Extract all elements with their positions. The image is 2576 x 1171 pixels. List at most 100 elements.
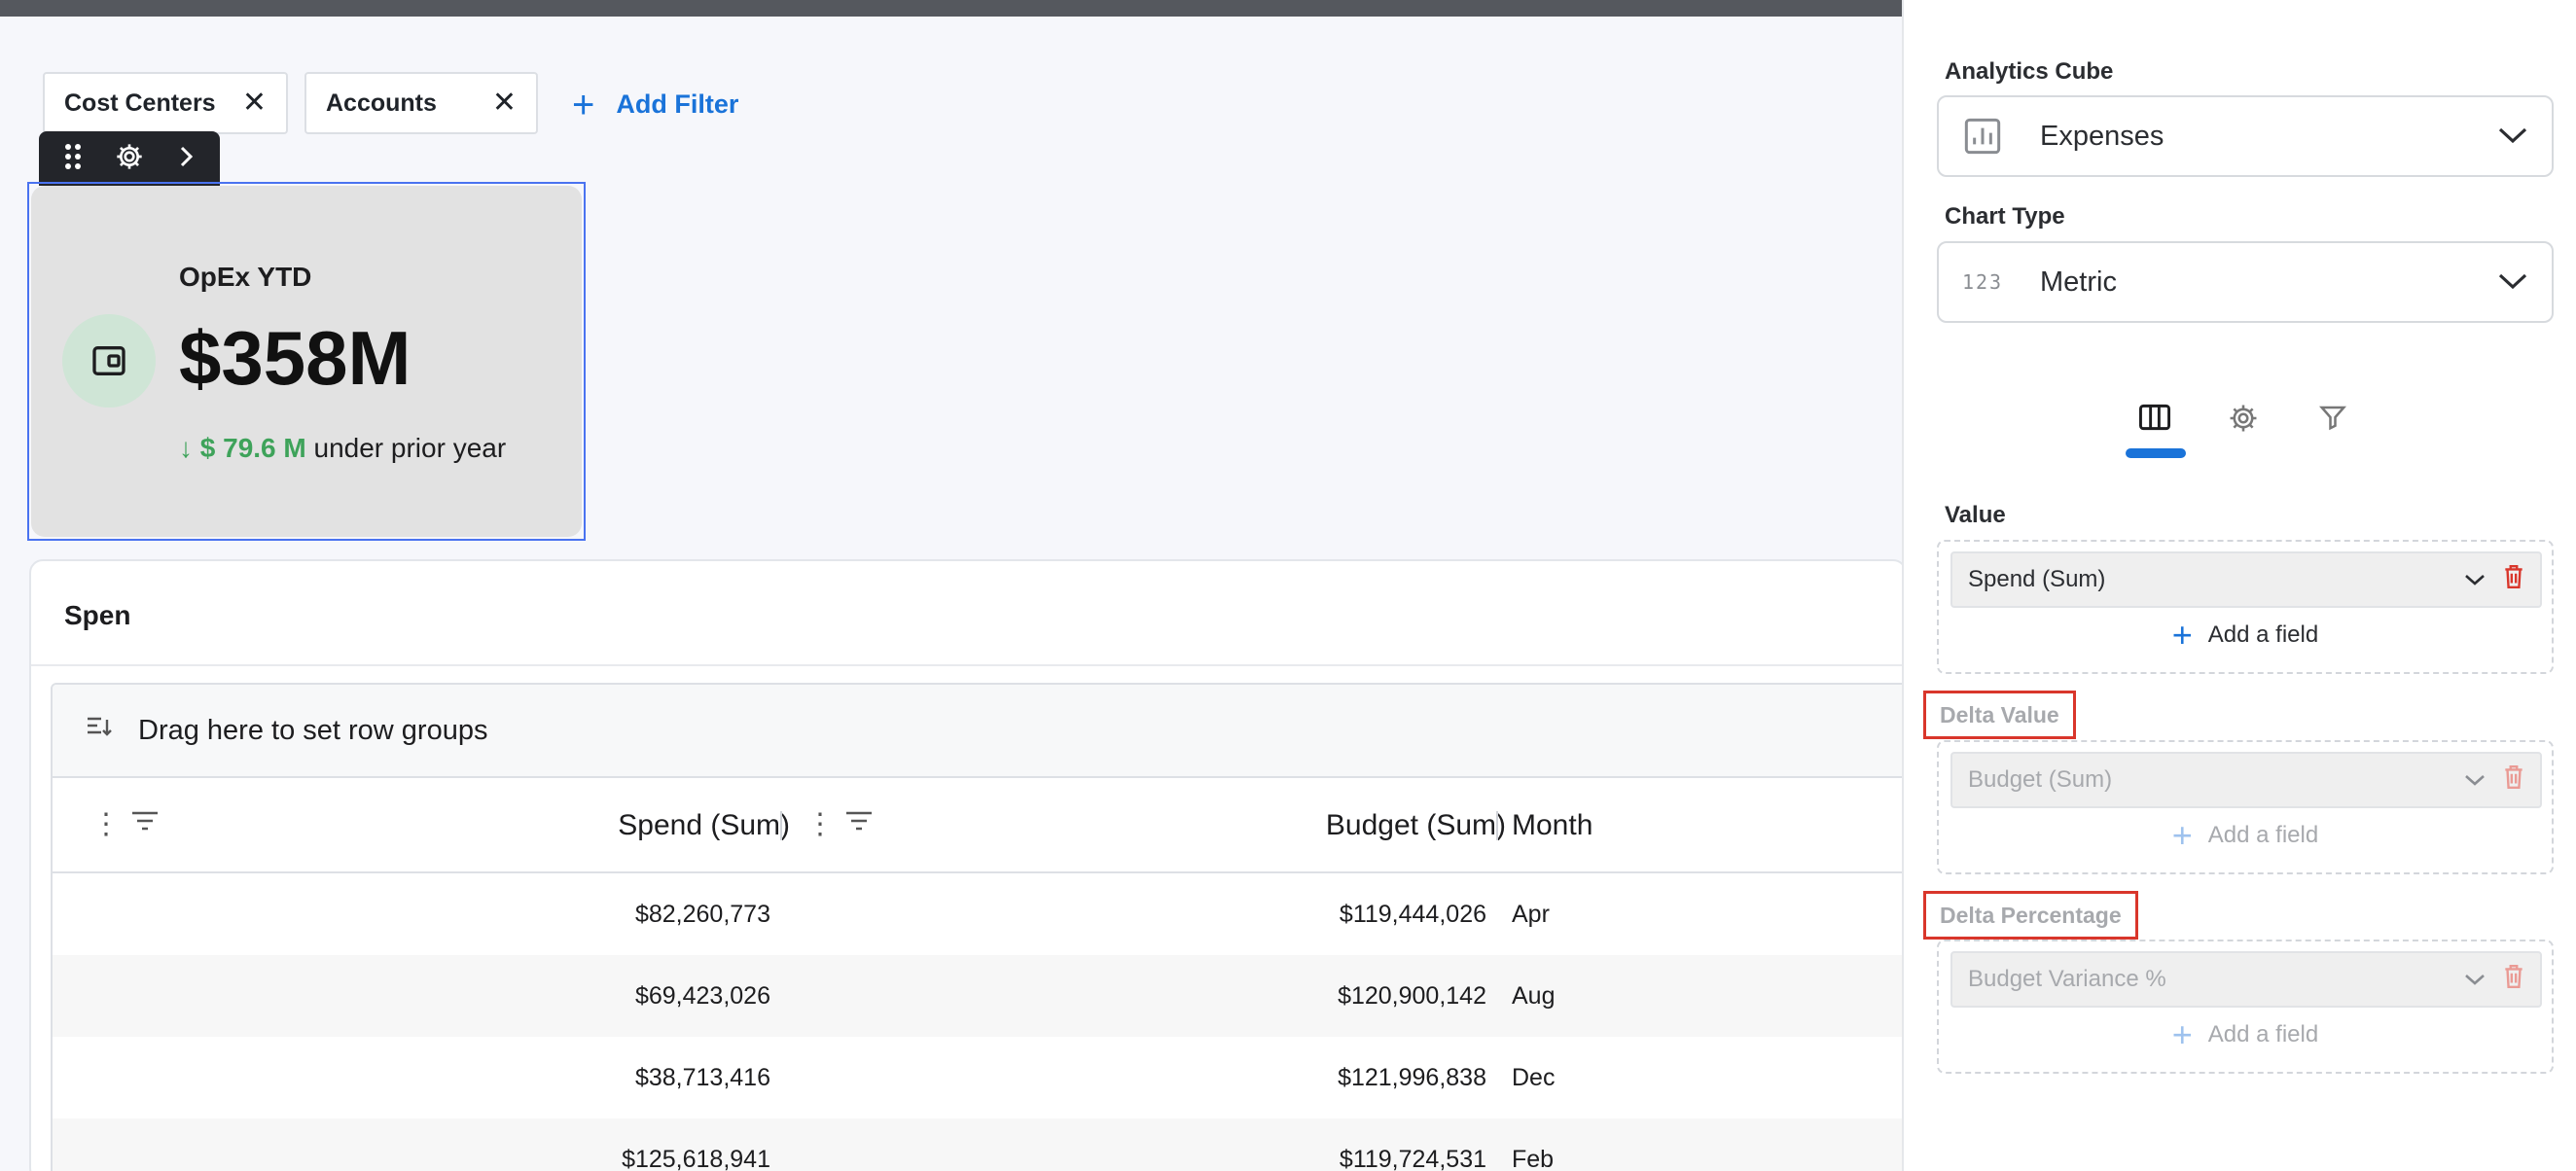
filter-icon[interactable] (2318, 402, 2347, 438)
drag-handle-icon[interactable] (64, 143, 82, 175)
metric-value: $358M (179, 315, 411, 401)
config-tabs (1904, 394, 2576, 462)
plus-icon: + (2171, 1014, 2193, 1054)
cell-budget: $119,724,531 (1339, 1146, 1486, 1171)
delta-value-well: Budget (Sum) + Add a field (1937, 740, 2554, 874)
filter-icon[interactable] (130, 807, 160, 840)
chart-config-sidebar: Analytics Cube Expenses Chart Type 123 M… (1902, 0, 2576, 1171)
gear-icon[interactable] (2227, 402, 2260, 440)
chevron-down-icon (2497, 121, 2528, 153)
filter-chip-accounts[interactable]: Accounts ✕ (304, 72, 538, 134)
cell-spend: $38,713,416 (634, 1064, 770, 1091)
cell-spend: $82,260,773 (634, 901, 770, 928)
add-field-label: Add a field (2207, 1021, 2319, 1047)
trash-icon[interactable] (2503, 964, 2524, 996)
chart-type-select[interactable]: 123 Metric (1937, 241, 2554, 323)
cell-month: Aug (1512, 982, 1556, 1010)
value-label: Value (1945, 502, 2006, 528)
add-field-label: Add a field (2207, 621, 2319, 648)
delta-value-label-text: Delta Value (1940, 701, 2059, 727)
value-well: Spend (Sum) + Add a field (1937, 540, 2554, 674)
arrow-down-icon: ↓ (179, 433, 193, 463)
add-field-button[interactable]: + Add a field (1939, 1014, 2552, 1054)
plus-icon: + (2171, 615, 2193, 655)
table-row[interactable]: $69,423,026 $120,900,142 Aug (53, 955, 1926, 1037)
filter-chip-label: Accounts (326, 89, 437, 117)
chevron-down-icon (2497, 266, 2528, 299)
grid-header: ⋮ Spend (Sum) ⋮ Budget (Sum) Month (53, 778, 1926, 873)
cell-budget: $121,996,838 (1338, 1064, 1486, 1091)
column-header-budget[interactable]: Budget (Sum) (1326, 809, 1506, 842)
cell-month: Dec (1512, 1064, 1556, 1091)
widget-toolbar (39, 131, 220, 186)
row-group-drop-zone[interactable]: Drag here to set row groups (53, 685, 1926, 778)
close-icon[interactable]: ✕ (242, 89, 267, 118)
analytics-cube-value: Expenses (2040, 120, 2165, 152)
number-icon: 123 (1961, 270, 2004, 294)
chart-type-value: Metric (2040, 266, 2117, 298)
delta-percentage-label-text: Delta Percentage (1940, 902, 2122, 928)
delta-value: $ 79.6 M (199, 433, 306, 463)
plus-icon: + (2171, 815, 2193, 855)
panel-title: Spen (64, 600, 131, 630)
metric-delta: ↓ $ 79.6 M under prior year (179, 433, 506, 464)
metric-title: OpEx YTD (179, 262, 312, 292)
delta-value-field-name: Budget (Sum) (1968, 766, 2113, 793)
filter-icon[interactable] (844, 807, 874, 840)
cell-month: Apr (1512, 901, 1550, 928)
cell-budget: $120,900,142 (1338, 982, 1486, 1010)
trash-icon[interactable] (2503, 564, 2524, 596)
value-field-name: Spend (Sum) (1968, 566, 2106, 592)
column-header-spend[interactable]: Spend (Sum) (618, 809, 790, 842)
table-row[interactable]: $125,618,941 $119,724,531 Feb (53, 1118, 1926, 1171)
table-row[interactable]: $82,260,773 $119,444,026 Apr (53, 873, 1926, 955)
chart-type-label: Chart Type (1945, 203, 2065, 230)
add-filter-button[interactable]: + Add Filter (572, 83, 739, 126)
value-field-select[interactable]: Spend (Sum) (1950, 551, 2542, 608)
add-field-label: Add a field (2207, 822, 2319, 848)
cell-month: Feb (1512, 1146, 1555, 1171)
filter-chip-label: Cost Centers (64, 89, 216, 117)
metric-card[interactable]: OpEx YTD $358M ↓ $ 79.6 M under prior ye… (31, 186, 582, 537)
row-groups-icon (86, 716, 113, 746)
chevron-down-icon (2464, 766, 2486, 794)
filter-chip-cost-centers[interactable]: Cost Centers ✕ (43, 72, 288, 134)
delta-percentage-field-select[interactable]: Budget Variance % (1950, 951, 2542, 1008)
cell-budget: $119,444,026 (1339, 901, 1486, 928)
add-filter-label: Add Filter (616, 89, 739, 119)
plus-icon: + (572, 83, 595, 126)
bar-chart-icon (1962, 117, 2003, 156)
top-bar (0, 0, 1902, 17)
row-group-hint: Drag here to set row groups (138, 714, 488, 746)
divider (31, 664, 1905, 666)
cell-spend: $69,423,026 (634, 982, 770, 1010)
delta-percentage-label: Delta Percentage (1923, 891, 2138, 940)
add-field-button[interactable]: + Add a field (1939, 615, 2552, 655)
spend-panel: Spen Drag here to set row groups ⋮ Spend… (29, 559, 1928, 1171)
data-grid: Drag here to set row groups ⋮ Spend (Sum… (51, 683, 1928, 1171)
analytics-cube-label: Analytics Cube (1945, 58, 2114, 85)
wallet-icon (62, 314, 156, 408)
chevron-right-icon[interactable] (177, 144, 195, 174)
add-field-button[interactable]: + Add a field (1939, 815, 2552, 855)
delta-percentage-well: Budget Variance % + Add a field (1937, 940, 2554, 1074)
cell-spend: $125,618,941 (622, 1146, 770, 1171)
columns-icon[interactable] (2137, 402, 2172, 438)
delta-value-field-select[interactable]: Budget (Sum) (1950, 752, 2542, 808)
column-menu-icon[interactable]: ⋮ (805, 807, 835, 841)
column-header-month[interactable]: Month (1512, 809, 1592, 842)
delta-percentage-field-name: Budget Variance % (1968, 966, 2166, 992)
table-row[interactable]: $38,713,416 $121,996,838 Dec (53, 1037, 1926, 1118)
close-icon[interactable]: ✕ (492, 89, 517, 118)
analytics-cube-select[interactable]: Expenses (1937, 95, 2554, 177)
gear-icon[interactable] (114, 141, 145, 177)
column-separator[interactable] (780, 811, 782, 840)
chevron-down-icon (2464, 566, 2486, 593)
column-menu-icon[interactable]: ⋮ (91, 807, 121, 841)
delta-text: under prior year (313, 433, 507, 463)
column-separator[interactable] (1496, 811, 1498, 840)
trash-icon[interactable] (2503, 764, 2524, 797)
delta-value-label: Delta Value (1923, 691, 2076, 739)
chevron-down-icon (2464, 966, 2486, 993)
active-tab-indicator (2126, 448, 2186, 458)
